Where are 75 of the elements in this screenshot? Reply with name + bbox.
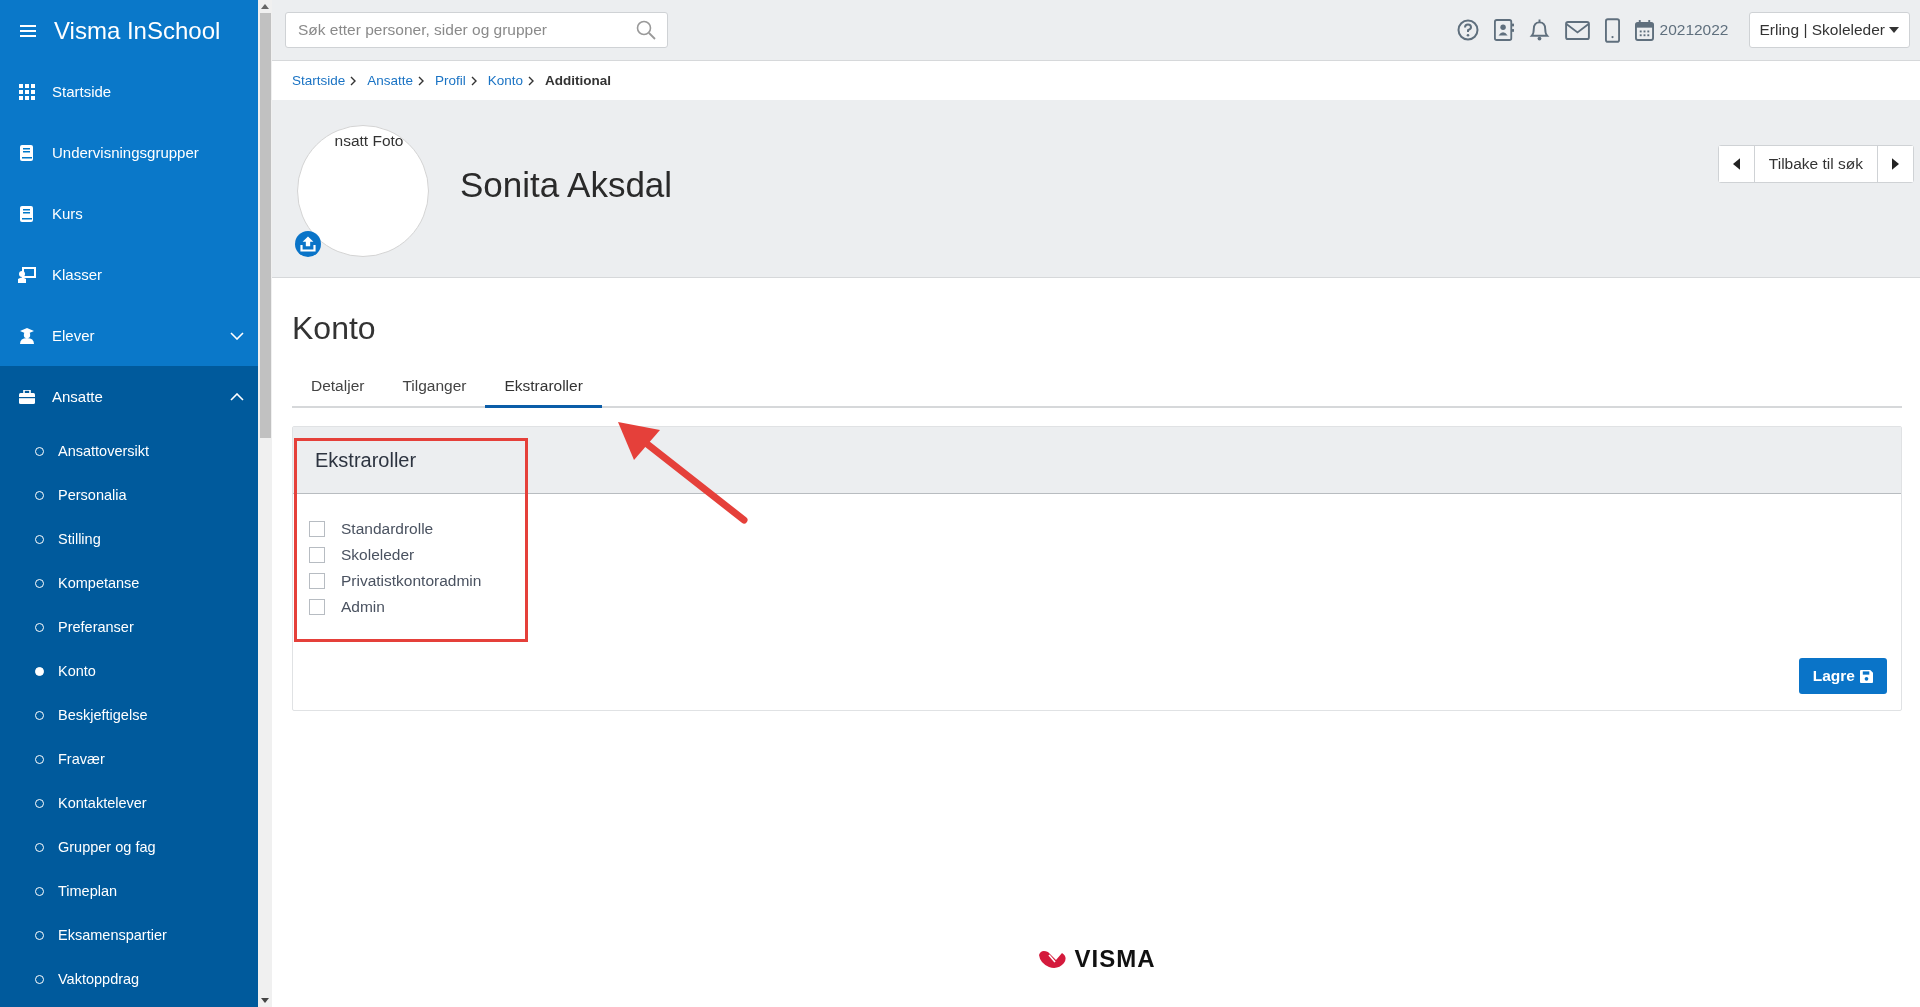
sidebar-subitem[interactable]: Personalia <box>0 473 258 517</box>
sidebar-item[interactable]: Ansatte <box>0 366 258 427</box>
sidebar-subitem[interactable]: Stilling <box>0 517 258 561</box>
panel-title: Ekstraroller <box>315 448 417 472</box>
checkbox-label: Privatistkontoradmin <box>341 572 482 590</box>
profile-name: Sonita Aksdal <box>460 164 673 205</box>
scroll-down-icon[interactable] <box>261 998 269 1003</box>
school-year: 20212022 <box>1659 21 1729 39</box>
scrollbar[interactable] <box>258 0 272 1007</box>
sidebar-subitem[interactable]: Preferanser <box>0 605 258 649</box>
sidebar-subitem[interactable]: Konto <box>0 649 258 693</box>
photo-alt-text: nsatt Foto <box>333 131 404 151</box>
menu-icon[interactable] <box>20 23 36 38</box>
grid-icon <box>18 83 36 100</box>
checkbox[interactable] <box>309 599 325 615</box>
breadcrumb-current: Additional <box>545 73 612 88</box>
scroll-up-icon[interactable] <box>261 4 269 9</box>
checkbox[interactable] <box>309 547 325 563</box>
phone-icon[interactable] <box>1604 17 1620 43</box>
sidebar-subitem[interactable]: Beskjeftigelse <box>0 693 258 737</box>
caret-right-icon <box>1892 157 1899 170</box>
contact-book-icon[interactable] <box>1493 18 1514 42</box>
app-title: Visma InSchool <box>54 16 221 45</box>
tab[interactable]: Detaljer <box>292 377 384 408</box>
breadcrumb-link[interactable]: Konto <box>487 73 524 88</box>
sidebar-item[interactable]: Elever <box>0 305 258 366</box>
checkbox-label: Admin <box>341 598 385 616</box>
sidebar-item[interactable]: Klasser <box>0 244 258 305</box>
sidebar-item[interactable]: Undervisningsgrupper <box>0 122 258 183</box>
tab[interactable]: Tilganger <box>383 377 486 408</box>
checkbox[interactable] <box>309 521 325 537</box>
checkbox[interactable] <box>309 573 325 589</box>
mail-icon[interactable] <box>1564 20 1590 40</box>
checkbox-label: Skoleleder <box>341 546 415 564</box>
chevron-right-icon <box>528 75 535 86</box>
chevron-right-icon <box>350 75 357 86</box>
chevron-right-icon <box>418 75 425 86</box>
sidebar-item[interactable]: Kurs <box>0 183 258 244</box>
bell-icon[interactable] <box>1528 18 1550 42</box>
student-icon <box>18 327 36 344</box>
save-button[interactable]: Lagre <box>1798 658 1887 694</box>
sidebar-subitem[interactable]: Grupper og fag <box>0 825 258 869</box>
caret-left-icon <box>1732 157 1740 170</box>
back-to-search-button[interactable]: Tilbake til søk <box>1753 145 1878 182</box>
sidebar-subitem[interactable]: Fravær <box>0 737 258 781</box>
calendar-icon[interactable] <box>1634 19 1654 41</box>
book-icon <box>18 144 36 161</box>
tab[interactable]: Ekstraroller <box>485 377 602 408</box>
sidebar-subitem[interactable]: Vaktoppdrag <box>0 957 258 1001</box>
sidebar-subitem[interactable]: Kompetanse <box>0 561 258 605</box>
breadcrumb-link[interactable]: Profil <box>435 73 466 88</box>
logo-text: VISMA <box>1074 945 1156 973</box>
logo-swoosh-icon <box>1038 949 1069 969</box>
chevron-down-icon <box>230 331 244 340</box>
caret-down-icon <box>1889 27 1899 33</box>
sidebar-subitem[interactable]: Kontaktelever <box>0 781 258 825</box>
upload-icon[interactable] <box>295 230 321 257</box>
breadcrumb-link[interactable]: Startside <box>292 73 346 88</box>
sidebar-subitem[interactable]: Ansattoversikt <box>0 429 258 473</box>
book-icon <box>18 205 36 222</box>
chevron-right-icon <box>470 75 477 86</box>
checkbox-label: Standardrolle <box>341 520 434 538</box>
sidebar-item[interactable]: Startside <box>0 61 258 122</box>
help-icon[interactable] <box>1456 19 1479 41</box>
teacher-board-icon <box>18 266 36 283</box>
user-menu-button[interactable]: Erling | Skoleleder <box>1749 12 1910 48</box>
search-icon[interactable] <box>636 20 656 40</box>
search-field[interactable]: Søk etter personer, sider og grupper <box>285 12 668 48</box>
briefcase-icon <box>18 389 36 404</box>
sidebar-subitem[interactable]: Eksamenspartier <box>0 913 258 957</box>
chevron-up-icon <box>230 392 244 401</box>
scroll-thumb[interactable] <box>259 13 271 438</box>
page-title: Konto <box>292 310 377 347</box>
sidebar-subitem[interactable]: Timeplan <box>0 869 258 913</box>
breadcrumb-link[interactable]: Ansatte <box>367 73 414 88</box>
